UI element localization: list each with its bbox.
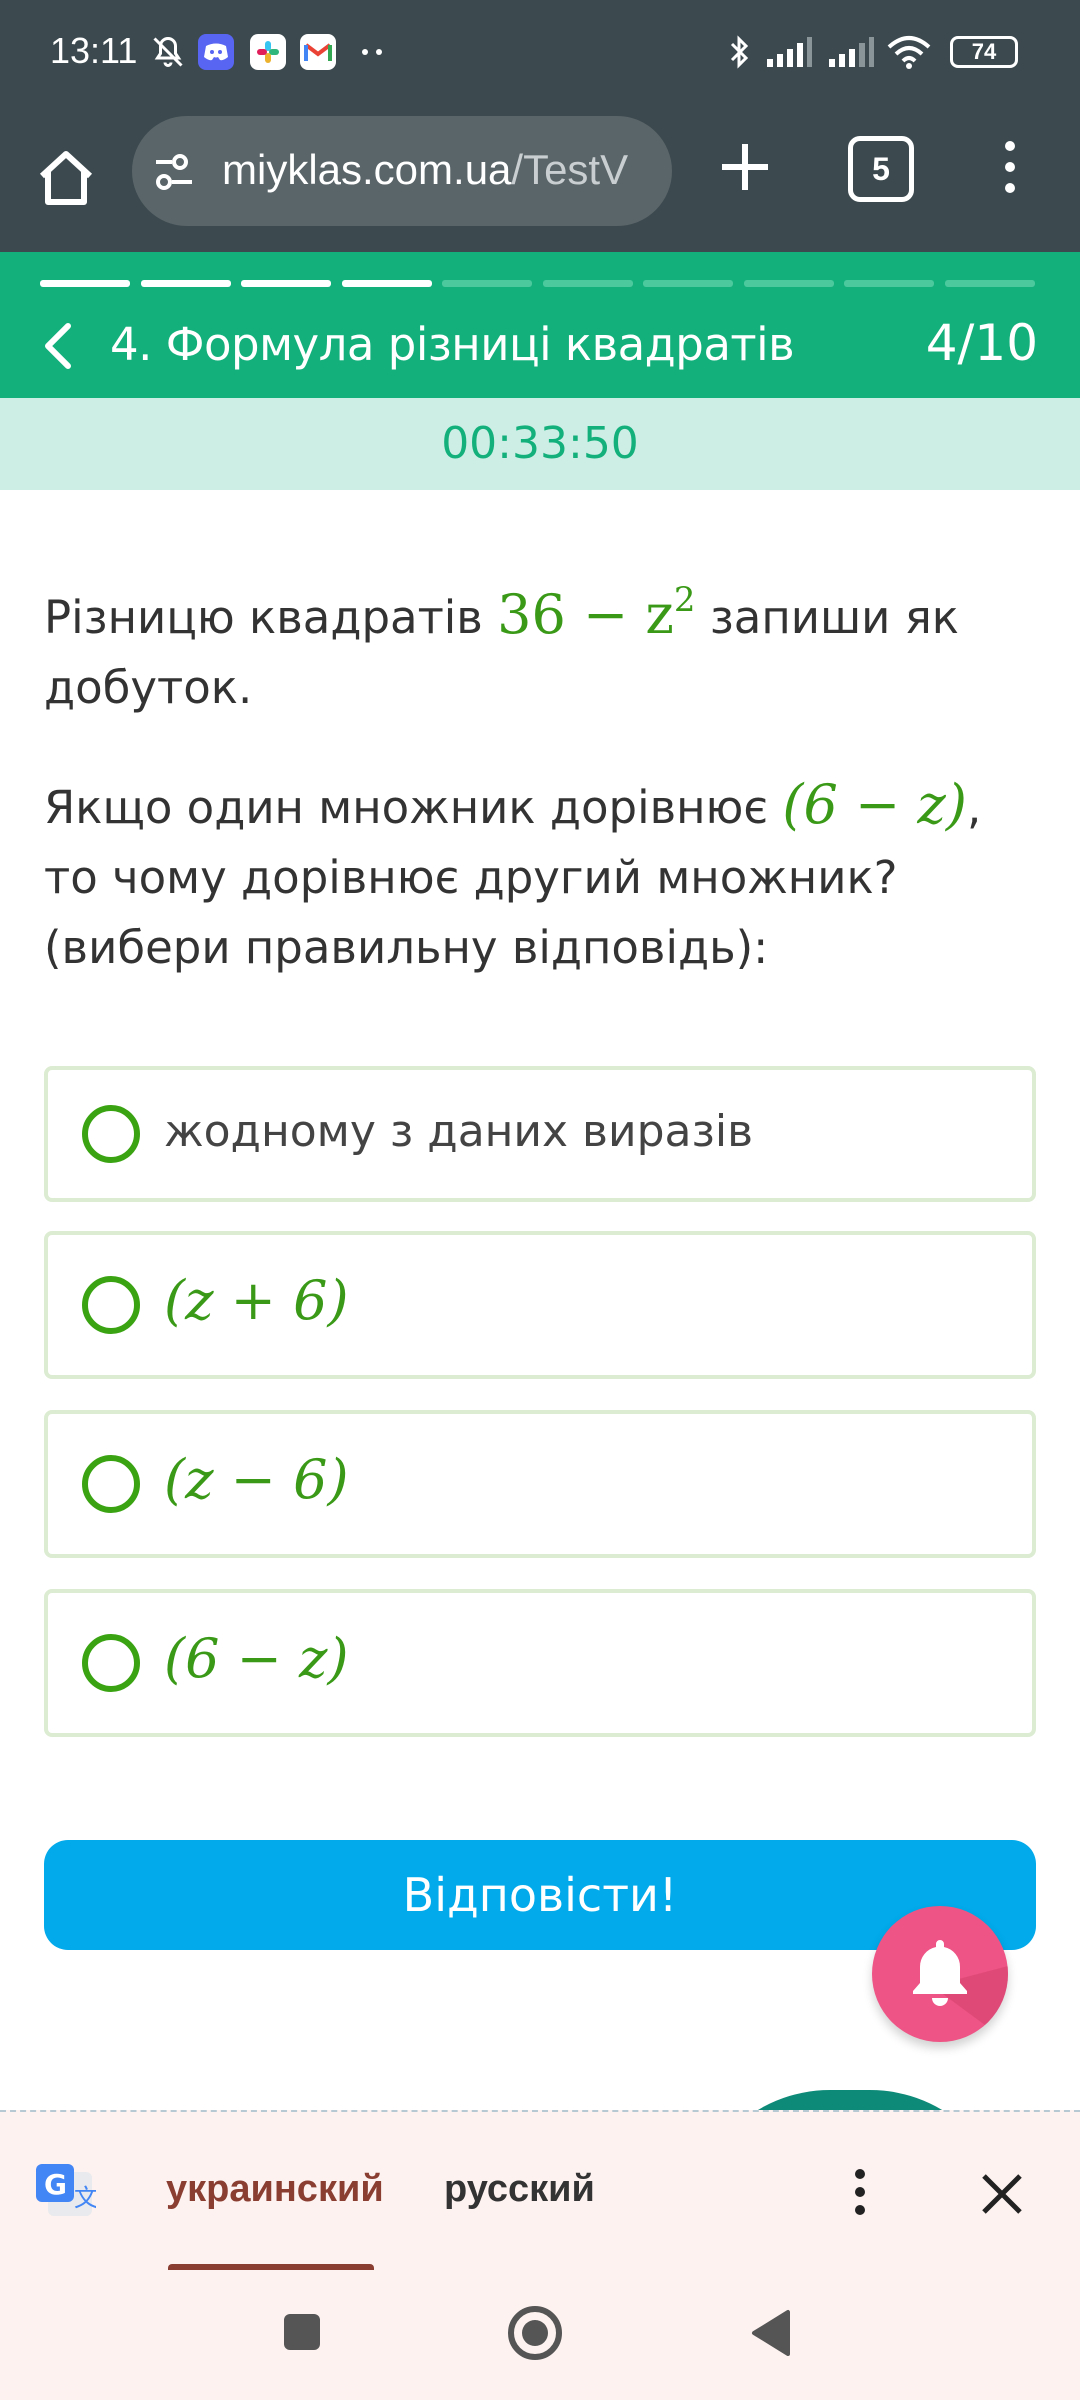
site-settings-icon[interactable] (152, 152, 202, 197)
answer-option-label: жодному з даних виразів (164, 1106, 754, 1157)
answer-option[interactable]: (6 − z) (44, 1589, 1036, 1737)
progress-segment (743, 280, 834, 287)
notification-bell-button[interactable] (872, 1906, 1008, 2042)
progress-segment (944, 280, 1035, 287)
address-bar[interactable]: miyklas.com.ua/TestV (132, 116, 672, 226)
gmail-icon (300, 34, 336, 70)
answer-option[interactable]: жодному з даних виразів (44, 1066, 1036, 1202)
new-tab-icon[interactable] (710, 132, 780, 202)
translate-menu-icon[interactable] (850, 2162, 870, 2222)
math-exponent: 2 (673, 580, 696, 620)
back-nav-icon[interactable] (750, 2308, 792, 2363)
battery-level: 74 (971, 39, 997, 64)
url-domain: miyklas.com.ua (222, 146, 512, 193)
svg-text:文: 文 (74, 2184, 96, 2212)
browser-menu-icon[interactable] (990, 132, 1030, 202)
progress-segment (442, 280, 532, 287)
question-text: Різницю квадратів (44, 591, 498, 644)
slack-icon (250, 34, 286, 70)
signal-icon (764, 34, 814, 70)
progress-segment (542, 280, 633, 287)
recents-icon[interactable] (282, 2312, 322, 2357)
more-dots-icon (354, 34, 390, 70)
question-counter: 4/10 (925, 314, 1038, 372)
question-paragraph-2: Якщо один множник дорівнює (6 − z), то ч… (44, 770, 1044, 983)
math-expression: (6 − z) (782, 773, 967, 836)
svg-text:G: G (44, 2168, 67, 2201)
home-icon[interactable] (30, 142, 102, 214)
back-chevron-icon[interactable] (38, 318, 78, 374)
bell-off-icon (150, 34, 186, 70)
signal-icon (826, 34, 876, 70)
wifi-icon (886, 34, 932, 70)
timer-text: 00:33:50 (441, 418, 639, 469)
answer-option-label: (z + 6) (164, 1269, 349, 1332)
progress-segment (140, 280, 231, 287)
battery-icon: 74 (950, 36, 1018, 68)
translate-bar: 文G украинский русский (0, 2110, 1080, 2272)
discord-icon (198, 34, 234, 70)
progress-segment (40, 280, 130, 287)
answer-option[interactable]: (z − 6) (44, 1410, 1036, 1558)
browser-toolbar: miyklas.com.ua/TestV 5 (0, 112, 1080, 252)
status-bar: 13:11 74 (0, 0, 1080, 112)
home-nav-icon[interactable] (506, 2304, 564, 2367)
url-path: /TestV (511, 146, 629, 193)
progress-segment (643, 280, 733, 287)
progress-segment (241, 280, 331, 287)
timer-bar: 00:33:50 (0, 398, 1080, 490)
quiz-header: 4. Формула різниці квадратів 4/10 (0, 252, 1080, 398)
google-translate-icon: 文G (34, 2162, 98, 2224)
close-icon[interactable] (980, 2172, 1024, 2216)
url-text: miyklas.com.ua/TestV (222, 146, 628, 194)
math-expression: 36 − z2 (497, 580, 696, 646)
answer-option[interactable]: (z + 6) (44, 1231, 1036, 1379)
language-tab-secondary[interactable]: русский (444, 2168, 595, 2211)
radio-button[interactable] (82, 1276, 140, 1334)
radio-button[interactable] (82, 1455, 140, 1513)
progress-segment (341, 280, 432, 287)
language-tab-primary[interactable]: украинский (166, 2168, 384, 2211)
answer-option-label: (z − 6) (164, 1448, 349, 1511)
tab-switcher-button[interactable]: 5 (848, 136, 914, 202)
bell-icon (913, 1940, 1008, 2042)
system-nav-bar (0, 2270, 1080, 2400)
status-time: 13:11 (50, 30, 138, 71)
question-paragraph-1: Різницю квадратів 36 − z2 запиши як добу… (44, 565, 1044, 723)
quiz-title: 4. Формула різниці квадратів (110, 318, 795, 371)
question-text: Якщо один множник дорівнює (44, 781, 783, 834)
progress-segment (844, 280, 934, 287)
radio-button[interactable] (82, 1634, 140, 1692)
bluetooth-icon (722, 34, 758, 70)
answer-option-label: (6 − z) (164, 1627, 349, 1690)
radio-button[interactable] (82, 1105, 140, 1163)
